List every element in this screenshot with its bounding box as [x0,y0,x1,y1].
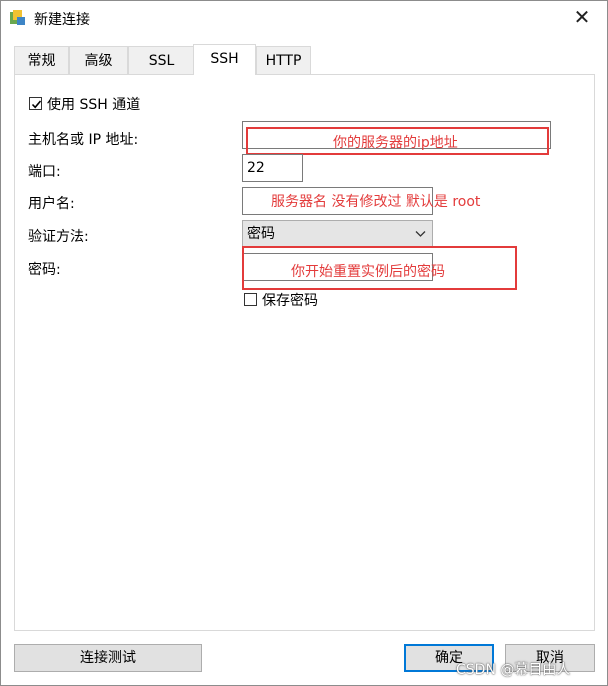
use-ssh-label: 使用 SSH 通道 [47,97,141,113]
save-password-label: 保存密码 [262,293,318,309]
tab-ssh[interactable]: SSH [193,44,256,75]
auth-method-label: 验证方法: [28,229,89,245]
new-connection-dialog: 新建连接 ✕ 常规 高级 SSL SSH HTTP 使用 SSH 通道 主机名或… [0,0,608,686]
tab-http[interactable]: HTTP [256,46,311,74]
auth-method-value: 密码 [247,226,275,242]
test-connection-button[interactable]: 连接测试 [14,644,202,672]
window-title: 新建连接 [34,12,90,28]
tab-ssl[interactable]: SSL [128,46,195,74]
host-label: 主机名或 IP 地址: [28,132,139,148]
tab-advanced[interactable]: 高级 [69,46,128,74]
use-ssh-checkbox[interactable] [29,97,42,110]
ssh-tab-panel [14,74,595,631]
username-annotation-text: 服务器名 没有修改过 默认是 root [271,194,481,210]
auth-method-select[interactable]: 密码 [242,220,433,248]
chevron-down-icon [415,231,426,237]
host-annotation-text: 你的服务器的ip地址 [333,135,458,151]
port-input[interactable]: 22 [242,154,303,182]
title-bar: 新建连接 ✕ [1,1,607,34]
app-icon [10,10,25,25]
password-label: 密码: [28,262,61,278]
password-annotation-text: 你开始重置实例后的密码 [291,264,445,280]
save-password-checkbox[interactable] [244,293,257,306]
username-label: 用户名: [28,196,75,212]
tab-general[interactable]: 常规 [14,46,69,74]
watermark: CSDN @幕目由人 [456,662,571,678]
checkmark-icon [31,100,42,109]
port-label: 端口: [28,164,61,180]
close-icon[interactable]: ✕ [567,3,597,31]
